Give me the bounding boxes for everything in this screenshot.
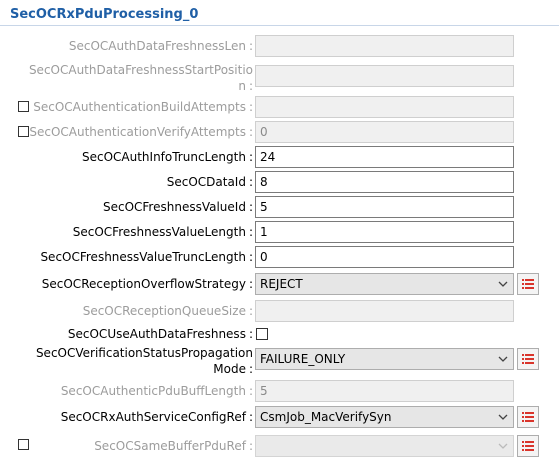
same-buffer-pdu-ref-label: SecOCSameBufferPduRef:: [94, 438, 253, 454]
auth-info-trunc-length-label: SecOCAuthInfoTruncLength:: [82, 149, 253, 165]
colon: :: [248, 225, 253, 239]
authentication-verify-attempts-checkbox[interactable]: [18, 126, 29, 137]
label-text: SecOCDataId: [166, 175, 246, 189]
reception-queue-size-field: [255, 300, 514, 322]
label-text: SecOCAuthInfoTruncLength: [81, 150, 246, 164]
selected-value: CsmJob_MacVerifySyn: [260, 410, 392, 424]
title-divider: [0, 25, 559, 26]
use-auth-data-freshness-checkbox[interactable]: [256, 328, 268, 340]
verification-status-propagation-mode-list-button[interactable]: [517, 348, 539, 370]
authentic-pdu-buff-length-label: SecOCAuthenticPduBuffLength:: [61, 383, 253, 399]
freshness-value-trunc-length-input[interactable]: 0: [255, 246, 514, 268]
panel-title: SecOCRxPduProcessing_0: [10, 7, 199, 22]
auth-data-freshness-start-position-field: [255, 65, 514, 87]
authentication-verify-attempts-field: 0: [255, 121, 514, 143]
same-buffer-pdu-ref-list-button[interactable]: [517, 435, 539, 457]
reception-overflow-strategy-list-button[interactable]: [517, 273, 539, 295]
label-text: SecOCFreshnessValueTruncLength: [40, 250, 246, 264]
authentication-build-attempts-checkbox[interactable]: [18, 101, 29, 112]
freshness-value-length-input[interactable]: 1: [255, 221, 514, 243]
label-text: SecOCFreshnessValueId: [102, 200, 246, 214]
colon: :: [248, 200, 253, 214]
auth-data-freshness-len-field: [255, 35, 514, 57]
colon: :: [248, 384, 253, 398]
label-text: SecOCSameBufferPduRef: [94, 439, 246, 453]
same-buffer-pdu-ref-checkbox[interactable]: [18, 439, 29, 450]
same-buffer-pdu-ref-select: [255, 435, 514, 457]
list-icon: [522, 354, 534, 364]
colon: :: [248, 304, 253, 318]
label-text: SecOCFreshnessValueLength: [72, 225, 246, 239]
authentication-verify-attempts-label: SecOCAuthenticationVerifyAttempts:: [29, 124, 253, 140]
authentication-build-attempts-field: [255, 96, 514, 118]
rx-auth-service-config-ref-select[interactable]: CsmJob_MacVerifySyn: [255, 406, 514, 428]
data-id-label: SecOCDataId:: [167, 174, 253, 190]
verification-status-propagation-mode-select[interactable]: FAILURE_ONLY: [255, 348, 514, 370]
chevron-down-icon: [498, 443, 508, 449]
label-text: SecOCUseAuthDataFreshness: [67, 327, 246, 341]
reception-overflow-strategy-label: SecOCReceptionOverflowStrategy:: [42, 276, 253, 292]
label-text: SecOCReceptionQueueSize: [82, 304, 246, 318]
colon: :: [248, 175, 253, 189]
list-icon: [522, 279, 534, 289]
colon: :: [248, 250, 253, 264]
verification-status-propagation-mode-label-line2: Mode:: [213, 361, 253, 377]
reception-queue-size-label: SecOCReceptionQueueSize:: [83, 303, 253, 319]
auth-info-trunc-length-input[interactable]: 24: [255, 146, 514, 168]
label-text: SecOCRxAuthServiceConfigRef: [60, 410, 246, 424]
data-id-input[interactable]: 8: [255, 171, 514, 193]
label-text: Mode: [213, 362, 246, 376]
colon: :: [248, 410, 253, 424]
auth-data-freshness-start-position-label-line1: SecOCAuthDataFreshnessStartPositio: [28, 63, 253, 77]
freshness-value-id-input[interactable]: 5: [255, 196, 514, 218]
chevron-down-icon: [498, 281, 508, 287]
authentication-build-attempts-label: SecOCAuthenticationBuildAttempts:: [33, 99, 253, 115]
label-text: SecOCAuthenticationVerifyAttempts: [29, 125, 246, 139]
chevron-down-icon: [498, 356, 508, 362]
colon: :: [248, 125, 253, 139]
label-text: SecOCReceptionOverflowStrategy: [41, 277, 246, 291]
colon: :: [248, 327, 253, 341]
colon: :: [248, 79, 253, 93]
freshness-value-id-label: SecOCFreshnessValueId:: [103, 199, 253, 215]
auth-data-freshness-len-label: SecOCAuthDataFreshnessLen:: [69, 38, 253, 54]
colon: :: [248, 362, 253, 376]
colon: :: [248, 439, 253, 453]
label-text: n: [238, 79, 246, 93]
freshness-value-length-label: SecOCFreshnessValueLength:: [73, 224, 253, 240]
list-icon: [522, 412, 534, 422]
colon: :: [248, 150, 253, 164]
auth-data-freshness-start-position-label-line2: n:: [238, 78, 253, 94]
verification-status-propagation-mode-label-line1: SecOCVerificationStatusPropagation: [35, 346, 253, 360]
authentic-pdu-buff-length-field: 5: [255, 380, 514, 402]
reception-overflow-strategy-select[interactable]: REJECT: [255, 273, 514, 295]
colon: :: [248, 277, 253, 291]
rx-auth-service-config-ref-list-button[interactable]: [517, 406, 539, 428]
colon: :: [248, 39, 253, 53]
freshness-value-trunc-length-label: SecOCFreshnessValueTruncLength:: [40, 249, 253, 265]
chevron-down-icon: [498, 414, 508, 420]
label-text: SecOCAuthenticationBuildAttempts: [33, 100, 246, 114]
use-auth-data-freshness-label: SecOCUseAuthDataFreshness:: [68, 326, 253, 342]
list-icon: [522, 441, 534, 451]
rx-auth-service-config-ref-label: SecOCRxAuthServiceConfigRef:: [61, 409, 253, 425]
selected-value: FAILURE_ONLY: [260, 352, 346, 366]
colon: :: [248, 100, 253, 114]
selected-value: REJECT: [260, 277, 303, 291]
label-text: SecOCAuthenticPduBuffLength: [60, 384, 246, 398]
label-text: SecOCAuthDataFreshnessLen: [68, 39, 246, 53]
